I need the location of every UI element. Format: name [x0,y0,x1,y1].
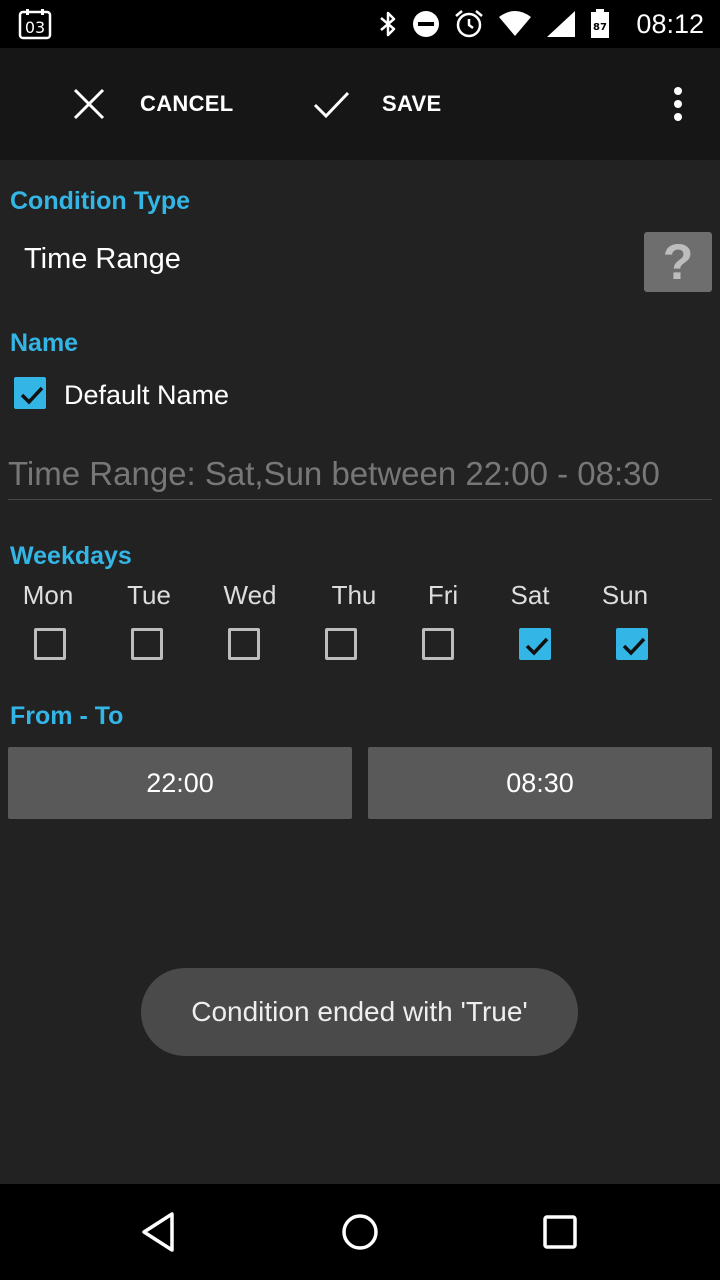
from-time-button[interactable]: 22:00 [8,747,352,819]
calendar-day: 03 [25,18,45,37]
status-icons: 87 [378,8,610,40]
more-options-icon[interactable] [666,86,690,122]
weekday-checkbox-tue[interactable] [131,628,163,660]
condition-type-title: Condition Type [10,187,191,215]
navigation-bar [0,1184,720,1280]
home-icon[interactable] [334,1206,386,1258]
cancel-button[interactable]: CANCEL [70,48,233,160]
weekday-checkbox-wed[interactable] [228,628,260,660]
back-icon[interactable] [134,1206,186,1258]
battery-level: 87 [593,22,607,33]
weekday-label-mon: Mon [22,580,74,610]
weekday-label-sun: Sun [601,580,649,610]
weekdays-title: Weekdays [10,542,132,570]
checkmark-icon [313,91,350,119]
signal-icon [547,11,575,37]
default-name-checkbox[interactable] [14,377,46,409]
cancel-label: CANCEL [140,91,234,116]
to-time-button[interactable]: 08:30 [368,747,712,819]
wifi-icon [499,11,531,36]
weekday-checkbox-sun[interactable] [616,628,648,660]
checkmark-icon [622,637,646,656]
close-icon [73,88,105,120]
calendar-icon: 03 [18,8,52,40]
weekday-checkbox-fri[interactable] [422,628,454,660]
do-not-disturb-icon [413,11,439,37]
weekday-label-wed: Wed [223,580,277,610]
checkmark-icon [525,637,549,656]
toast-message: Condition ended with 'True' [141,968,578,1056]
weekday-checkbox-mon[interactable] [34,628,66,660]
action-bar: CANCEL SAVE [0,48,720,160]
recent-apps-icon[interactable] [534,1206,586,1258]
save-button[interactable]: SAVE [312,48,441,160]
battery-icon: 87 [591,9,609,38]
weekday-label-tue: Tue [127,580,171,610]
default-name-label[interactable]: Default Name [64,380,229,411]
help-icon: ? [662,234,694,290]
checkmark-icon [20,386,44,405]
name-title: Name [10,329,79,357]
help-button[interactable]: ? [644,232,712,292]
clock: 08:12 [636,9,704,39]
weekday-label-fri: Fri [427,580,459,610]
weekday-checkbox-thu[interactable] [325,628,357,660]
weekday-checkbox-sat[interactable] [519,628,551,660]
bluetooth-icon [380,11,396,37]
alarm-icon [455,10,483,38]
status-bar: 03 87 08:12 [0,0,720,48]
name-field[interactable] [8,448,712,500]
save-label: SAVE [382,91,442,116]
weekday-label-sat: Sat [510,580,550,610]
weekday-label-thu: Thu [331,580,377,610]
condition-type-value[interactable]: Time Range [24,243,181,276]
from-to-title: From - To [10,702,124,730]
